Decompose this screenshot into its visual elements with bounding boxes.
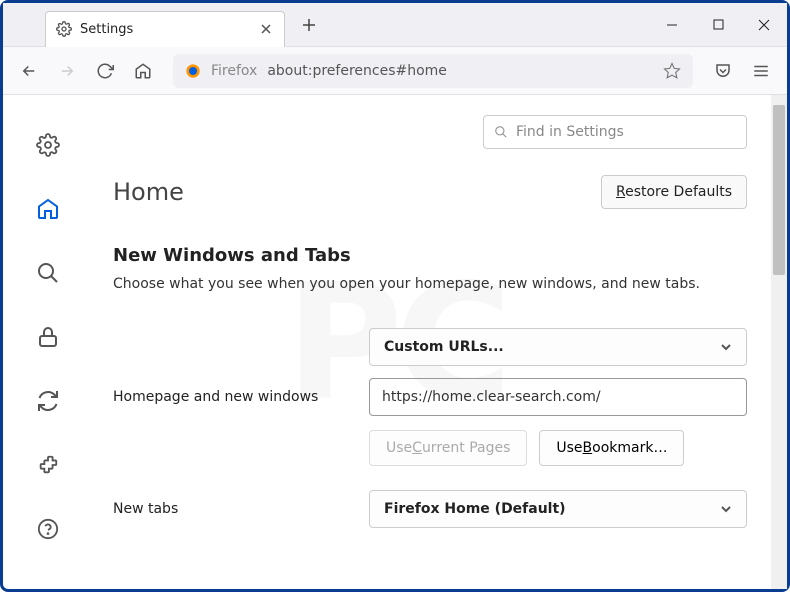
sidebar-item-help[interactable] — [30, 511, 66, 547]
home-button[interactable] — [127, 55, 159, 87]
sidebar-item-privacy[interactable] — [30, 319, 66, 355]
section-heading: New Windows and Tabs — [113, 245, 747, 266]
settings-search-input[interactable]: Find in Settings — [483, 115, 747, 149]
homepage-mode-dropdown[interactable]: Custom URLs... — [369, 328, 747, 366]
newtabs-dropdown[interactable]: Firefox Home (Default) — [369, 490, 747, 528]
page-title: Home — [113, 178, 184, 206]
pocket-button[interactable] — [707, 55, 739, 87]
chevron-down-icon — [720, 503, 732, 515]
restore-defaults-button[interactable]: Restore Defaults — [601, 175, 747, 209]
search-placeholder: Find in Settings — [516, 124, 624, 140]
sidebar-item-home[interactable] — [30, 191, 66, 227]
urlbar-url: about:preferences#home — [267, 63, 447, 79]
homepage-label: Homepage and new windows — [113, 389, 349, 405]
minimize-button[interactable] — [649, 5, 695, 45]
homepage-url-input[interactable]: https://home.clear-search.com/ — [369, 378, 747, 416]
scrollbar-thumb[interactable] — [773, 105, 785, 275]
vertical-scrollbar[interactable] — [771, 95, 787, 589]
urlbar-identity: Firefox — [211, 63, 257, 79]
sidebar-item-extensions[interactable] — [30, 447, 66, 483]
tab-title: Settings — [80, 22, 250, 37]
settings-sidebar — [3, 95, 93, 589]
new-tab-button[interactable] — [295, 11, 323, 39]
navbar: Firefox about:preferences#home — [3, 47, 787, 95]
menu-button[interactable] — [745, 55, 777, 87]
search-icon — [494, 125, 508, 139]
sidebar-item-sync[interactable] — [30, 383, 66, 419]
back-button[interactable] — [13, 55, 45, 87]
bookmark-star-icon[interactable] — [663, 62, 681, 80]
main-panel: Find in Settings Home Restore Defaults N… — [93, 95, 787, 589]
newtabs-label: New tabs — [113, 501, 349, 517]
use-bookmark-button[interactable]: Use Bookmark… — [539, 430, 684, 466]
url-bar[interactable]: Firefox about:preferences#home — [173, 54, 693, 88]
chevron-down-icon — [720, 341, 732, 353]
browser-tab[interactable]: Settings — [45, 11, 285, 47]
firefox-logo-icon — [185, 63, 201, 79]
close-tab-icon[interactable] — [258, 21, 274, 37]
sidebar-item-general[interactable] — [30, 127, 66, 163]
content-area: PC Find in Settings Home Restore Default… — [3, 95, 787, 589]
forward-button[interactable] — [51, 55, 83, 87]
section-description: Choose what you see when you open your h… — [113, 276, 747, 292]
gear-icon — [56, 21, 72, 37]
close-window-button[interactable] — [741, 5, 787, 45]
maximize-button[interactable] — [695, 5, 741, 45]
reload-button[interactable] — [89, 55, 121, 87]
titlebar: Settings — [3, 3, 787, 47]
window-controls — [649, 5, 787, 45]
use-current-pages-button: Use Current Pages — [369, 430, 527, 466]
sidebar-item-search[interactable] — [30, 255, 66, 291]
